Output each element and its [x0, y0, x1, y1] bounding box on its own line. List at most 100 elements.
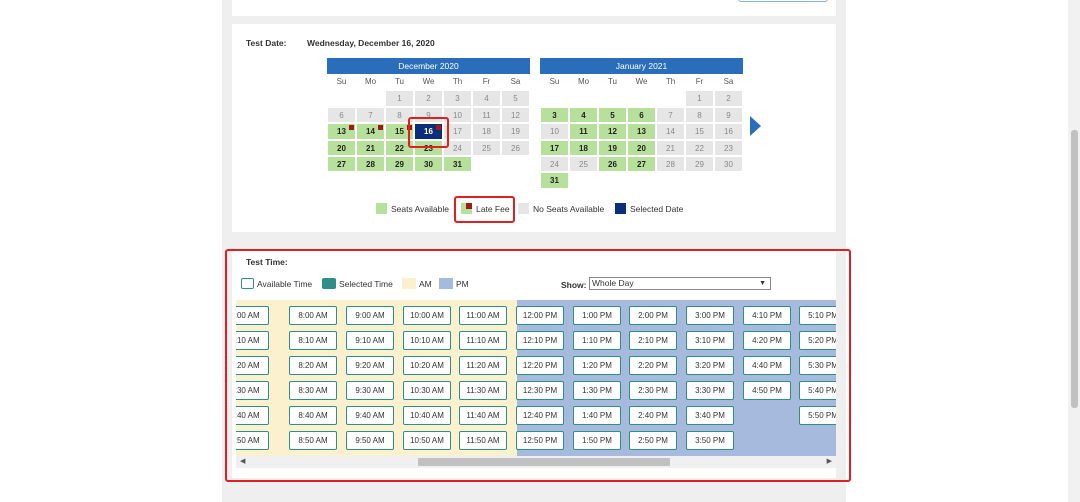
- calendar-empty-cell: [356, 172, 385, 189]
- calendar-day: 2: [714, 90, 743, 107]
- calendar-empty-cell: [327, 172, 356, 189]
- calendar-day[interactable]: 18: [569, 139, 598, 156]
- calendar-day: 2: [414, 90, 443, 107]
- calendar-empty-cell: [569, 172, 598, 189]
- calendar-day[interactable]: 4: [569, 106, 598, 124]
- page-background: [0, 0, 222, 502]
- previous-section-card: [232, 0, 836, 16]
- calendar-day: 3: [443, 90, 472, 107]
- calendar-day: 25: [472, 139, 501, 156]
- highlight-test-time: [225, 249, 851, 482]
- calendar-day: 25: [569, 155, 598, 173]
- calendar-month-title: January 2021: [540, 58, 743, 74]
- calendar-day[interactable]: 31: [443, 155, 472, 173]
- calendar-day: 4: [472, 90, 501, 107]
- calendar-day: 16: [714, 123, 743, 140]
- calendar-day: 12: [501, 106, 530, 124]
- navy-swatch-icon: [615, 203, 626, 214]
- calendar-day[interactable]: 5: [598, 106, 627, 124]
- calendar-empty-cell: [598, 90, 627, 107]
- legend-label: Selected Date: [630, 203, 684, 214]
- calendar-day: 26: [501, 139, 530, 156]
- calendar-empty-cell: [472, 155, 501, 173]
- calendar-day: 1: [685, 90, 714, 107]
- highlight-selected-date: [408, 117, 449, 148]
- scrollbar-thumb[interactable]: [1071, 130, 1078, 408]
- calendar-day: 19: [501, 123, 530, 140]
- highlight-late-fee: [454, 196, 515, 223]
- calendar-day[interactable]: 27: [327, 155, 356, 173]
- calendar-day[interactable]: 30: [414, 155, 443, 173]
- calendar-day[interactable]: 20: [327, 139, 356, 156]
- weekday-header: Fr: [472, 74, 501, 91]
- calendar-day: 30: [714, 155, 743, 173]
- calendar-day[interactable]: 28: [356, 155, 385, 173]
- calendar-day: 1: [385, 90, 414, 107]
- grey-swatch-icon: [518, 203, 529, 214]
- calendar-empty-cell: [385, 172, 414, 189]
- calendar-day: 29: [685, 155, 714, 173]
- weekday-header: Th: [443, 74, 472, 91]
- legend-label: Seats Available: [391, 203, 449, 214]
- calendar-day: 18: [472, 123, 501, 140]
- vertical-scrollbar[interactable]: [1068, 0, 1080, 502]
- calendar-empty-cell: [356, 90, 385, 107]
- weekday-header: Mo: [356, 74, 385, 91]
- calendar-day[interactable]: 21: [356, 139, 385, 156]
- calendar-empty-cell: [501, 155, 530, 173]
- calendar-day[interactable]: 12: [598, 123, 627, 140]
- calendar-empty-cell: [501, 172, 530, 189]
- calendar-empty-cell: [714, 172, 743, 189]
- calendar-day[interactable]: 13: [627, 123, 656, 140]
- calendar-day: 15: [685, 123, 714, 140]
- weekday-header: Su: [327, 74, 356, 91]
- calendar-day[interactable]: 20: [627, 139, 656, 156]
- calendar-day: 24: [540, 155, 569, 173]
- calendar-day[interactable]: 19: [598, 139, 627, 156]
- weekday-header: We: [627, 74, 656, 91]
- previous-section-button[interactable]: [738, 0, 828, 2]
- calendar-month-title: December 2020: [327, 58, 530, 74]
- weekday-header: Mo: [569, 74, 598, 91]
- legend-no-seats: No Seats Available: [518, 203, 604, 214]
- calendar-empty-cell: [472, 172, 501, 189]
- calendar-day[interactable]: 6: [627, 106, 656, 124]
- calendar-empty-cell: [627, 172, 656, 189]
- calendar-grid: Su Mo Tu We Th Fr Sa 1 2 3 4 5 6 7 8 9 10 11 12 13 14 15 16 17 1…: [540, 74, 743, 189]
- calendar-day: 21: [656, 139, 685, 156]
- test-date-value: Wednesday, December 16, 2020: [307, 38, 435, 48]
- calendar-day: 28: [656, 155, 685, 173]
- calendar-empty-cell: [540, 90, 569, 107]
- weekday-header: We: [414, 74, 443, 91]
- calendar-day: 23: [714, 139, 743, 156]
- legend-selected-date: Selected Date: [615, 203, 683, 214]
- calendar-day[interactable]: 11: [569, 123, 598, 140]
- calendar-empty-cell: [414, 172, 443, 189]
- calendar-day: 14: [656, 123, 685, 140]
- calendar-day: 9: [714, 106, 743, 124]
- weekday-header: Tu: [385, 74, 414, 91]
- next-month-arrow-icon[interactable]: [750, 116, 761, 136]
- calendar-day[interactable]: 17: [540, 139, 569, 156]
- calendar-day: 11: [472, 106, 501, 124]
- test-date-card: [232, 24, 836, 232]
- calendar-empty-cell: [598, 172, 627, 189]
- calendar-empty-cell: [685, 172, 714, 189]
- calendar-empty-cell: [656, 172, 685, 189]
- weekday-header: Fr: [685, 74, 714, 91]
- calendar-empty-cell: [656, 90, 685, 107]
- calendar-day: 8: [685, 106, 714, 124]
- calendar-day[interactable]: 13: [327, 123, 356, 140]
- calendar-empty-cell: [569, 90, 598, 107]
- weekday-header: Tu: [598, 74, 627, 91]
- calendar-day[interactable]: 3: [540, 106, 569, 124]
- calendar-day[interactable]: 26: [598, 155, 627, 173]
- calendar-day[interactable]: 27: [627, 155, 656, 173]
- calendar-empty-cell: [627, 90, 656, 107]
- calendar-day[interactable]: 29: [385, 155, 414, 173]
- calendar-day[interactable]: 31: [540, 172, 569, 189]
- calendar-day[interactable]: 14: [356, 123, 385, 140]
- weekday-header: Sa: [501, 74, 530, 91]
- legend-seats-available: Seats Available: [376, 203, 449, 214]
- legend-label: No Seats Available: [533, 203, 605, 214]
